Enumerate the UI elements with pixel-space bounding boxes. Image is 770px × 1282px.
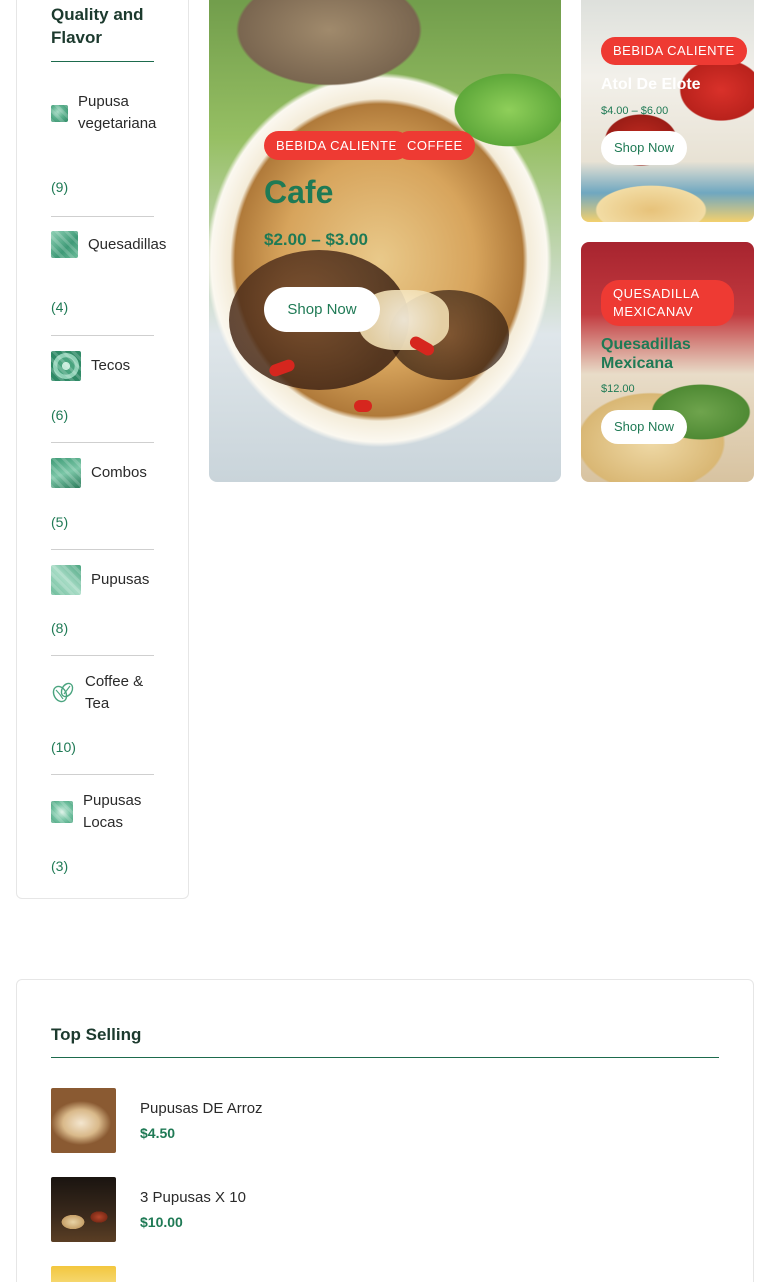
- banner-title: Atol De Elote: [601, 76, 701, 93]
- category-label: Coffee & Tea: [85, 673, 144, 712]
- category-thumbnail: [51, 458, 81, 488]
- category-divider: [51, 335, 154, 336]
- product-price: $4.50: [140, 1125, 176, 1141]
- product-image[interactable]: [51, 1088, 116, 1153]
- category-label: Pupusa vegetariana: [78, 93, 157, 132]
- category-label: Quesadillas: [88, 235, 167, 253]
- category-tag[interactable]: QUESADILLA MEXICANAV: [601, 280, 734, 326]
- category-label: Pupusas: [91, 571, 150, 588]
- category-count: (5): [51, 514, 69, 530]
- sidebar-title-divider: [51, 61, 154, 62]
- banner-cafe[interactable]: BEBIDA CALIENTE COFFEE Cafe $2.00 – $3.0…: [209, 0, 561, 482]
- category-divider: [51, 549, 154, 550]
- category-count: (4): [51, 299, 69, 315]
- product-item[interactable]: [51, 1266, 551, 1282]
- banner-price: $2.00 – $3.00: [264, 230, 368, 249]
- banner-title: Quesadillas Mexicana: [601, 336, 691, 372]
- sidebar-title: Quality and Flavor: [51, 5, 144, 47]
- category-item-coffee-tea[interactable]: Coffee & Tea (10): [51, 671, 155, 775]
- category-label: Pupusas Locas: [83, 792, 142, 831]
- category-item-pupusas-locas[interactable]: Pupusas Locas (3): [51, 790, 155, 874]
- category-thumbnail: [51, 351, 81, 381]
- product-item[interactable]: Pupusas DE Arroz $4.50: [51, 1088, 551, 1153]
- category-divider: [51, 655, 154, 656]
- product-price: $10.00: [140, 1214, 183, 1230]
- banner-title: Cafe: [264, 174, 334, 210]
- section-title: Top Selling: [51, 1025, 142, 1044]
- shop-now-button[interactable]: Shop Now: [264, 287, 380, 332]
- banner-price: $12.00: [601, 383, 635, 395]
- banner-atol-de-elote[interactable]: BEBIDA CALIENTE Atol De Elote $4.00 – $6…: [581, 0, 754, 222]
- category-item-tecos[interactable]: Tecos (6): [51, 351, 155, 443]
- section-divider: [51, 1057, 719, 1058]
- category-divider: [51, 774, 154, 775]
- banner-quesadillas-mexicana[interactable]: QUESADILLA MEXICANAV Quesadillas Mexican…: [581, 242, 754, 482]
- category-item-quesadillas[interactable]: Quesadillas (4): [51, 231, 166, 336]
- category-thumbnail: [51, 104, 68, 122]
- category-thumbnail: [51, 565, 81, 595]
- category-divider: [51, 216, 154, 217]
- shop-now-button[interactable]: Shop Now: [601, 131, 687, 165]
- category-count: (10): [51, 739, 76, 755]
- product-image[interactable]: [51, 1266, 116, 1282]
- product-item[interactable]: 3 Pupusas X 10 $10.00: [51, 1177, 551, 1242]
- product-name[interactable]: 3 Pupusas X 10: [140, 1189, 246, 1206]
- category-item-combos[interactable]: Combos (5): [51, 458, 155, 550]
- category-tag[interactable]: BEBIDA CALIENTE: [264, 131, 410, 160]
- category-thumbnail: [51, 231, 78, 258]
- category-count: (3): [51, 858, 69, 874]
- category-divider: [51, 442, 154, 443]
- category-item-pupusas[interactable]: Pupusas (8): [51, 565, 155, 656]
- top-selling-section: Top Selling Pupusas DE Arroz $4.50 3 Pup…: [16, 979, 754, 1282]
- category-label: Combos: [91, 464, 147, 481]
- food-image-part: [354, 400, 372, 412]
- shop-now-button[interactable]: Shop Now: [601, 410, 687, 444]
- category-thumbnail: [51, 801, 73, 823]
- category-item-pupusa-vegetariana[interactable]: Pupusa vegetariana (9): [51, 91, 157, 217]
- category-sidebar: Quality and Flavor Pupusa vegetariana (9…: [16, 0, 189, 899]
- category-label: Tecos: [91, 357, 131, 374]
- category-tag[interactable]: COFFEE: [395, 131, 475, 160]
- coffee-beans-icon: [51, 681, 75, 705]
- category-count: (6): [51, 407, 69, 423]
- banner-price: $4.00 – $6.00: [601, 105, 669, 117]
- category-count: (9): [51, 179, 69, 195]
- product-name[interactable]: Pupusas DE Arroz: [140, 1100, 263, 1117]
- product-image[interactable]: [51, 1177, 116, 1242]
- category-count: (8): [51, 620, 69, 636]
- category-tag[interactable]: BEBIDA CALIENTE: [601, 37, 747, 65]
